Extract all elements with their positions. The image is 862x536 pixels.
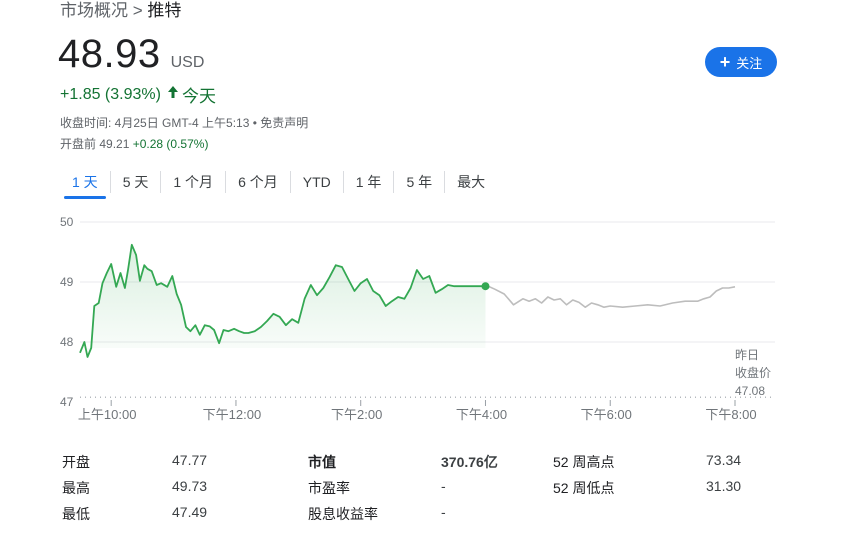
price-change-row: +1.85 (3.93%) 今天 [60, 82, 216, 107]
tab-max[interactable]: 最大 [445, 170, 497, 194]
stat-low-value: 47.49 [172, 504, 208, 520]
follow-button-label: 关注 [736, 55, 763, 71]
previous-close-label: 47.08 [735, 384, 765, 398]
stat-pe-label: 市盈率 [308, 480, 350, 496]
y-tick-label: 47 [60, 395, 74, 409]
follow-button[interactable]: + 关注 [705, 47, 777, 77]
tab-ytd[interactable]: YTD [291, 170, 343, 194]
stat-52w-high-label: 52 周高点 [553, 454, 615, 470]
extended-hours-line [485, 284, 736, 308]
range-tabs: 1 天 5 天 1 个月 6 个月 YTD 1 年 5 年 最大 [60, 168, 497, 199]
tab-5-days[interactable]: 5 天 [111, 170, 161, 194]
current-price: 48.93 [58, 32, 161, 76]
stat-dividend-label: 股息收益率 [308, 506, 378, 522]
premarket-change: +0.28 (0.57%) [132, 137, 209, 151]
currency-label: USD [170, 54, 205, 71]
change-period: 今天 [181, 87, 216, 106]
breadcrumb: 市场概况 > 推特 [60, 0, 181, 22]
price-change: +1.85 (3.93%) [60, 85, 161, 103]
previous-close-label: 收盘价 [735, 365, 771, 380]
current-price-dot [481, 282, 490, 291]
stat-high-label: 最高 [62, 480, 90, 496]
tab-1-month[interactable]: 1 个月 [161, 170, 225, 194]
y-tick-label: 49 [60, 275, 74, 289]
stat-low-label: 最低 [62, 506, 90, 522]
x-tick-label: 下午12:00 [203, 407, 262, 422]
x-tick-label: 上午10:00 [78, 407, 137, 422]
x-tick-label: 下午6:00 [581, 407, 632, 422]
price-row: 48.93 USD [58, 32, 204, 77]
previous-close-label: 昨日 [735, 348, 759, 362]
regular-session-area [80, 244, 486, 357]
premarket-label: 开盘前 [60, 137, 97, 151]
breadcrumb-current: 推特 [147, 1, 182, 20]
stat-open-value: 47.77 [172, 452, 208, 468]
plus-icon: + [719, 52, 731, 72]
stat-open-label: 开盘 [62, 454, 90, 470]
y-tick-label: 50 [60, 215, 74, 229]
close-time-info: 收盘时间: 4月25日 GMT-4 上午5:13 • 免责声明 [60, 116, 309, 130]
tab-6-months[interactable]: 6 个月 [226, 170, 290, 194]
price-chart[interactable]: 50 49 48 47 上午10:00 下午12:00 下午2:00 下午4:00 下午6:00… [0, 205, 862, 435]
stat-52w-high-value: 73.34 [706, 452, 742, 468]
breadcrumb-parent-link[interactable]: 市场概况 [60, 1, 128, 20]
premarket-price: 49.21 [99, 137, 130, 151]
tab-1-year[interactable]: 1 年 [344, 170, 394, 194]
x-tick-label: 下午2:00 [331, 407, 382, 422]
price-chart-svg: 50 49 48 47 上午10:00 下午12:00 下午2:00 下午4:00 下午6:00… [60, 215, 775, 422]
premarket-info: 开盘前 49.21 +0.28 (0.57%) [60, 135, 208, 152]
arrow-up-icon [167, 85, 179, 104]
x-tick-label: 下午4:00 [456, 407, 507, 422]
stat-52w-low-value: 31.30 [706, 478, 742, 494]
stat-pe-value: - [441, 478, 446, 494]
tab-1-day[interactable]: 1 天 [60, 170, 110, 199]
stat-high-value: 49.73 [172, 478, 208, 494]
stat-market-cap-label: 市值 [308, 454, 336, 470]
stat-dividend-value: - [441, 504, 446, 520]
stat-52w-low-label: 52 周低点 [553, 480, 615, 496]
stat-market-cap-value: 370.76亿 [441, 454, 498, 470]
tab-5-years[interactable]: 5 年 [394, 170, 444, 194]
breadcrumb-separator: > [132, 1, 143, 20]
x-tick-label: 下午8:00 [705, 407, 756, 422]
y-tick-label: 48 [60, 335, 74, 349]
